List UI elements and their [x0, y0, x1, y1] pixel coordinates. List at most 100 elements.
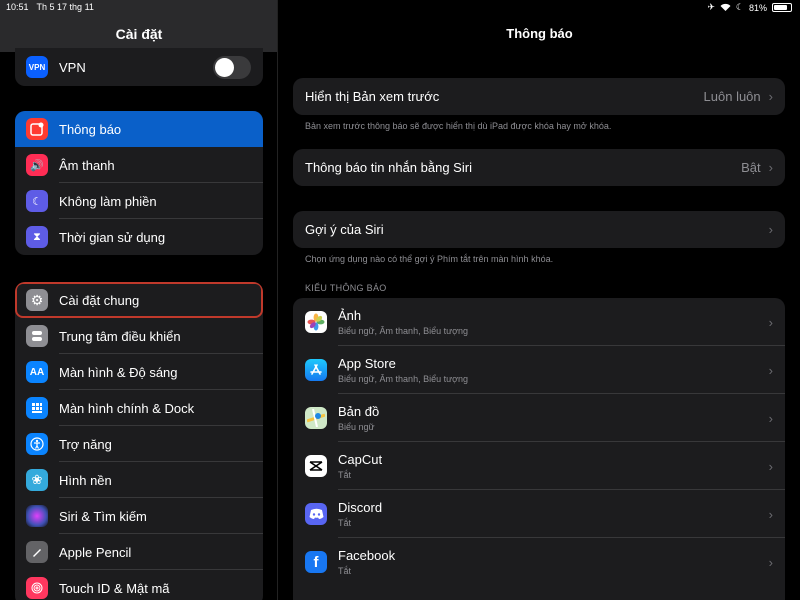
vpn-group: VPN VPN — [15, 48, 263, 86]
sidebar-item-label: Thời gian sử dụng — [59, 229, 166, 245]
announce-siri-row[interactable]: Thông báo tin nhắn bằng Siri Bật › — [293, 149, 785, 186]
siri-icon — [26, 505, 48, 527]
sidebar-item-sounds[interactable]: 🔊 Âm thanh — [15, 147, 263, 183]
siri-suggest-card: Gợi ý của Siri › — [293, 211, 785, 248]
siri-suggestions-label: Gợi ý của Siri — [305, 222, 384, 237]
status-date: Th 5 17 thg 11 — [36, 2, 94, 12]
airplane-icon: ✈ — [707, 2, 715, 12]
sidebar-item-label: Siri & Tìm kiếm — [59, 508, 147, 524]
app-text: Ảnh Biểu ngữ, Âm thanh, Biểu tượng — [338, 308, 468, 336]
status-left: 10:51 Th 5 17 thg 11 — [6, 2, 94, 12]
sidebar-item-label: Cài đặt chung — [59, 292, 140, 308]
display-icon: AA — [26, 361, 48, 383]
toggle-knob — [215, 57, 234, 77]
preview-card: Hiển thị Bản xem trước Luôn luôn › — [293, 78, 785, 115]
sidebar-title: Cài đặt — [115, 26, 163, 42]
battery-percent: 81% — [748, 2, 767, 13]
status-right: ✈ ☾ 81% — [707, 2, 792, 13]
app-row-facebook[interactable]: f Facebook Tắt › — [293, 538, 785, 586]
battery-icon — [772, 3, 792, 12]
app-row-photos[interactable]: Ảnh Biểu ngữ, Âm thanh, Biểu tượng › — [293, 298, 785, 346]
sidebar-item-label: Âm thanh — [59, 157, 115, 173]
app-text: Discord Tắt — [338, 500, 382, 528]
sidebar-item-general[interactable]: ⚙ Cài đặt chung — [15, 282, 263, 318]
notifications-icon — [26, 118, 48, 140]
facebook-icon: f — [305, 551, 327, 573]
siri-suggestions-row[interactable]: Gợi ý của Siri › — [293, 211, 785, 248]
hourglass-icon: ⧗ — [26, 226, 48, 248]
app-name: Facebook — [338, 548, 396, 563]
app-store-icon — [305, 359, 327, 381]
chevron-right-icon: › — [768, 506, 773, 522]
sidebar-item-touch-id[interactable]: Touch ID & Mật mã — [15, 570, 263, 600]
sidebar-item-apple-pencil[interactable]: Apple Pencil — [15, 534, 263, 570]
gear-icon: ⚙ — [26, 289, 48, 311]
sidebar-item-screen-time[interactable]: ⧗ Thời gian sử dụng — [15, 219, 263, 255]
sidebar-item-accessibility[interactable]: Trợ năng — [15, 426, 263, 462]
capcut-icon — [305, 455, 327, 477]
sidebar-item-label: Hình nền — [59, 472, 112, 488]
chevron-right-icon: › — [768, 89, 773, 104]
sidebar-item-label: Trợ năng — [59, 436, 112, 452]
chevron-right-icon: › — [768, 362, 773, 378]
app-row-capcut[interactable]: CapCut Tắt › — [293, 442, 785, 490]
sidebar-item-wallpaper[interactable]: ❀ Hình nền — [15, 462, 263, 498]
app-text: Bản đồ Biểu ngữ — [338, 404, 379, 432]
app-name: App Store — [338, 356, 396, 371]
chevron-right-icon: › — [768, 160, 773, 175]
app-row-discord[interactable]: Discord Tắt › — [293, 490, 785, 538]
sidebar-group-general: ⚙ Cài đặt chung Trung tâm điều khiển AA … — [15, 282, 263, 600]
app-name: Ảnh — [338, 308, 362, 323]
sidebar: Cài đặt VPN VPN Thông báo 🔊 Âm thanh ☾ K… — [0, 0, 278, 600]
maps-icon — [305, 407, 327, 429]
main-panel: Thông báo Hiển thị Bản xem trước Luôn lu… — [279, 0, 800, 600]
sidebar-item-label: Màn hình chính & Dock — [59, 400, 195, 416]
sidebar-item-label: Trung tâm điều khiển — [59, 328, 181, 344]
chevron-right-icon: › — [768, 314, 773, 330]
page-title: Thông báo — [506, 26, 573, 41]
sidebar-item-label: Thông báo — [59, 121, 122, 137]
sidebar-item-control-center[interactable]: Trung tâm điều khiển — [15, 318, 263, 354]
show-previews-row[interactable]: Hiển thị Bản xem trước Luôn luôn › — [293, 78, 785, 115]
chevron-right-icon: › — [768, 410, 773, 426]
app-subtitle: Tắt — [338, 566, 352, 576]
sidebar-item-do-not-disturb[interactable]: ☾ Không làm phiền — [15, 183, 263, 219]
vpn-icon: VPN — [26, 56, 48, 78]
sidebar-item-vpn[interactable]: VPN VPN — [15, 48, 263, 86]
discord-icon — [305, 503, 327, 525]
sidebar-item-home-screen[interactable]: Màn hình chính & Dock — [15, 390, 263, 426]
status-time: 10:51 — [6, 2, 29, 12]
home-screen-icon — [26, 397, 48, 419]
app-subtitle: Biểu ngữ — [338, 422, 375, 432]
app-subtitle: Biểu ngữ, Âm thanh, Biểu tượng — [338, 374, 469, 384]
sidebar-item-label: VPN — [59, 59, 86, 75]
app-text: App Store Biểu ngữ, Âm thanh, Biểu tượng — [338, 356, 468, 384]
show-previews-value: Luôn luôn — [703, 89, 761, 104]
announce-siri-label: Thông báo tin nhắn bằng Siri — [305, 160, 472, 175]
vpn-toggle[interactable] — [213, 55, 251, 79]
sound-icon: 🔊 — [26, 154, 48, 176]
control-center-icon — [26, 325, 48, 347]
sidebar-item-display[interactable]: AA Màn hình & Độ sáng — [15, 354, 263, 390]
app-row-app-store[interactable]: App Store Biểu ngữ, Âm thanh, Biểu tượng… — [293, 346, 785, 394]
moon-status-icon: ☾ — [735, 2, 744, 12]
battery-fill — [774, 5, 787, 10]
app-list: Ảnh Biểu ngữ, Âm thanh, Biểu tượng › App… — [293, 298, 785, 600]
chevron-right-icon: › — [768, 222, 773, 237]
siri-announce-card: Thông báo tin nhắn bằng Siri Bật › — [293, 149, 785, 186]
preview-footnote: Bản xem trước thông báo sẽ được hiển thị… — [305, 121, 612, 131]
wifi-icon — [720, 3, 731, 13]
accessibility-icon — [26, 433, 48, 455]
app-subtitle: Tắt — [338, 518, 352, 528]
sidebar-item-siri[interactable]: Siri & Tìm kiếm — [15, 498, 263, 534]
moon-icon: ☾ — [26, 190, 48, 212]
sidebar-item-notifications[interactable]: Thông báo — [15, 111, 263, 147]
fingerprint-icon — [26, 577, 48, 599]
app-subtitle: Biểu ngữ, Âm thanh, Biểu tượng — [338, 326, 469, 336]
show-previews-label: Hiển thị Bản xem trước — [305, 89, 440, 104]
sidebar-item-label: Màn hình & Độ sáng — [59, 364, 178, 380]
app-text: Facebook Tắt — [338, 548, 395, 576]
photos-icon — [305, 311, 327, 333]
app-row-maps[interactable]: Bản đồ Biểu ngữ › — [293, 394, 785, 442]
app-name: CapCut — [338, 452, 383, 467]
